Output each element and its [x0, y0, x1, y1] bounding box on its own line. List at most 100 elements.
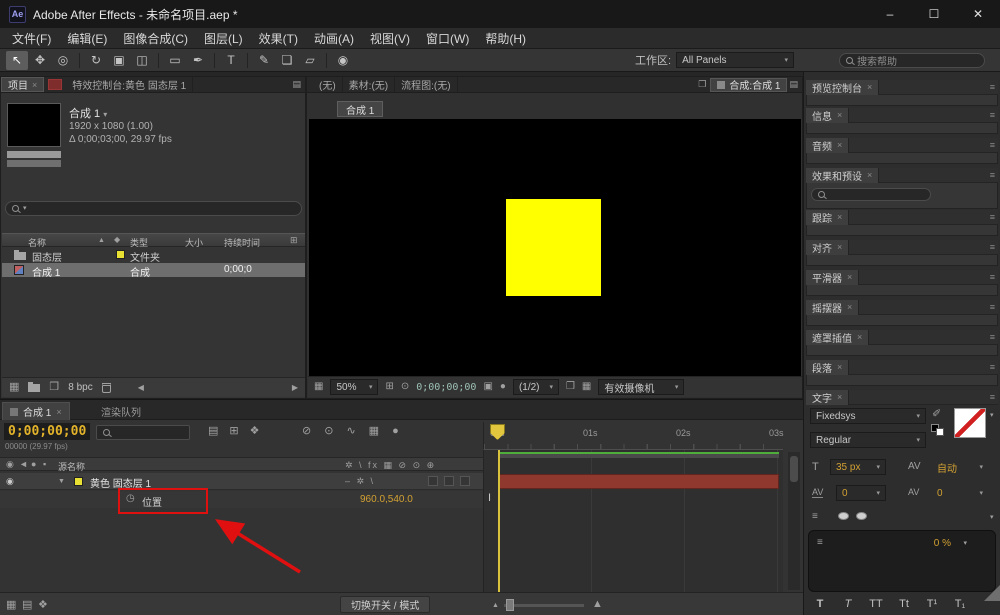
- show-snapshot-icon[interactable]: ●: [500, 382, 506, 392]
- menu-view[interactable]: 视图(V): [362, 30, 418, 47]
- close-icon[interactable]: ×: [857, 332, 862, 342]
- font-style-dropdown[interactable]: Regular ▾: [810, 432, 926, 448]
- panel-tab[interactable]: 预览控制台 ×: [806, 80, 879, 95]
- panel-tab[interactable]: 效果和预设 ×: [806, 168, 879, 183]
- toggle-switches-modes-button[interactable]: 切换开关 / 模式: [340, 596, 430, 613]
- timeline-vscrollbar[interactable]: [788, 452, 800, 590]
- graph-editor-icon[interactable]: ∿: [346, 426, 355, 437]
- minimize-button[interactable]: –: [868, 0, 912, 28]
- project-search-input[interactable]: ▾: [5, 201, 302, 216]
- current-time-display[interactable]: 0;00;00;00: [4, 423, 90, 440]
- subscript-button[interactable]: T₁: [952, 598, 968, 610]
- layer-duration-bar[interactable]: [498, 474, 779, 489]
- grid-guides-icon[interactable]: ⊞: [385, 382, 393, 392]
- view-layout-dropdown[interactable]: (1/2) ▾: [513, 379, 559, 395]
- tsume-percent-value[interactable]: 0 %: [934, 538, 951, 549]
- comp-tab-button[interactable]: 合成 1: [337, 101, 383, 117]
- white-swatch[interactable]: [936, 428, 944, 436]
- fast-previews-icon[interactable]: ▦: [582, 382, 591, 392]
- close-icon[interactable]: ×: [837, 392, 842, 402]
- tracking-dropdown[interactable]: 0 ▾: [932, 485, 988, 501]
- grid-icon[interactable]: ⊞: [290, 236, 298, 245]
- chevron-down-icon[interactable]: ▾: [963, 540, 967, 547]
- panel-tab[interactable]: 对齐 ×: [806, 240, 849, 255]
- menu-animation[interactable]: 动画(A): [306, 30, 362, 47]
- comp-viewport[interactable]: [309, 119, 801, 377]
- snapshot-icon[interactable]: ▣: [483, 382, 492, 392]
- auto-leading-dropdown[interactable]: 自动 ▾: [932, 459, 988, 475]
- effects-search-input[interactable]: [811, 188, 931, 201]
- close-icon[interactable]: ×: [837, 242, 842, 252]
- close-icon[interactable]: ×: [56, 407, 61, 417]
- tab-flowchart-none[interactable]: 流程图:(无): [395, 77, 457, 93]
- font-family-dropdown[interactable]: Fixedsys ▾: [810, 408, 926, 424]
- auto-keyframe-icon[interactable]: ●: [392, 426, 399, 437]
- timeline-zoom-handle[interactable]: [506, 599, 514, 611]
- shy-layers-icon[interactable]: ❖: [250, 426, 260, 437]
- close-icon[interactable]: ×: [837, 212, 842, 222]
- panel-menu-icon[interactable]: ≡: [990, 141, 995, 150]
- pixel-aspect-icon[interactable]: ❒: [566, 382, 575, 392]
- close-button[interactable]: ✕: [956, 0, 1000, 28]
- kerning-dropdown[interactable]: 0 ▾: [836, 485, 886, 501]
- table-row-comp-selected[interactable]: 合成 1 合成 0;00;0: [2, 263, 305, 277]
- layer-row[interactable]: ◉ ▼ 黄色 固态层 1 – ✲ \: [0, 473, 483, 490]
- layer-label-chip[interactable]: [74, 477, 83, 486]
- expand-inout-icon[interactable]: ❖: [38, 600, 48, 611]
- timeline-zoom-track[interactable]: [504, 604, 584, 607]
- yellow-solid-layer[interactable]: [506, 199, 601, 296]
- panel-menu-icon[interactable]: ▤: [789, 80, 798, 89]
- tab-project[interactable]: 项目 ×: [1, 77, 44, 92]
- tool-rotation[interactable]: ↻: [85, 51, 107, 70]
- close-icon[interactable]: ×: [847, 302, 852, 312]
- interpret-footage-icon[interactable]: ▦: [9, 382, 19, 393]
- maximize-button[interactable]: ☐: [912, 0, 956, 28]
- panel-menu-icon[interactable]: ≡: [990, 213, 995, 222]
- tool-zoom[interactable]: ◎: [52, 51, 74, 70]
- time-ruler[interactable]: 00s 01s 02s 03s: [483, 422, 783, 450]
- brainstorm-icon[interactable]: ▦: [369, 426, 379, 437]
- menu-effect[interactable]: 效果(T): [251, 30, 306, 47]
- channels-icon[interactable]: ▦: [314, 382, 323, 392]
- list-icon[interactable]: ≡: [812, 512, 818, 522]
- bw-swatches[interactable]: [931, 424, 946, 438]
- scale-icon[interactable]: [856, 512, 867, 520]
- active-camera-dropdown[interactable]: 有效摄像机 ▾: [598, 379, 684, 395]
- close-icon[interactable]: ×: [837, 362, 842, 372]
- bit-depth-button[interactable]: 8 bpc: [68, 382, 92, 393]
- zoom-in-mountain-icon[interactable]: ▲: [592, 599, 603, 610]
- source-name-column[interactable]: 源名称: [58, 460, 85, 473]
- switch-box[interactable]: [460, 476, 470, 486]
- eye-icon[interactable]: ◉: [6, 477, 14, 486]
- tool-camera[interactable]: ▣: [108, 51, 130, 70]
- timeline-search-input[interactable]: [96, 425, 190, 440]
- tool-brush[interactable]: ✎: [253, 51, 275, 70]
- table-row-solids-folder[interactable]: 固态层 文件夹: [2, 248, 305, 262]
- menu-window[interactable]: 窗口(W): [418, 30, 477, 47]
- scrollbar-thumb[interactable]: [790, 456, 798, 482]
- label-column-icon[interactable]: ◆: [114, 236, 120, 244]
- scroll-right-icon[interactable]: ▶: [292, 384, 298, 392]
- tab-layer-none[interactable]: (无): [313, 77, 343, 93]
- close-icon[interactable]: ×: [847, 272, 852, 282]
- panel-menu-icon[interactable]: ≡: [990, 393, 995, 402]
- eye-column-icon[interactable]: ◉: [6, 460, 14, 469]
- panel-tab[interactable]: 遮罩插值 ×: [806, 330, 869, 345]
- tool-clone-stamp[interactable]: ❏: [276, 51, 298, 70]
- property-value[interactable]: 960.0,540.0: [360, 494, 413, 505]
- tool-type[interactable]: T: [220, 51, 242, 70]
- switch-box[interactable]: [428, 476, 438, 486]
- tool-puppet[interactable]: ◉: [332, 51, 354, 70]
- sort-ascending-icon[interactable]: ▲: [98, 237, 105, 244]
- panel-menu-icon[interactable]: ≡: [990, 303, 995, 312]
- small-caps-button[interactable]: Tt: [896, 598, 912, 610]
- expand-transfer-controls-icon[interactable]: ▤: [22, 600, 32, 611]
- workspace-dropdown[interactable]: All Panels ▾: [676, 52, 794, 68]
- lock-panel-icon[interactable]: ❒: [698, 80, 706, 89]
- panel-tab[interactable]: 跟踪 ×: [806, 210, 849, 225]
- scroll-left-icon[interactable]: ◀: [138, 384, 144, 392]
- solo-column-icon[interactable]: ●: [31, 460, 36, 469]
- panel-menu-icon[interactable]: ≡: [990, 363, 995, 372]
- close-icon[interactable]: ×: [867, 82, 872, 92]
- tool-pen[interactable]: ✒: [187, 51, 209, 70]
